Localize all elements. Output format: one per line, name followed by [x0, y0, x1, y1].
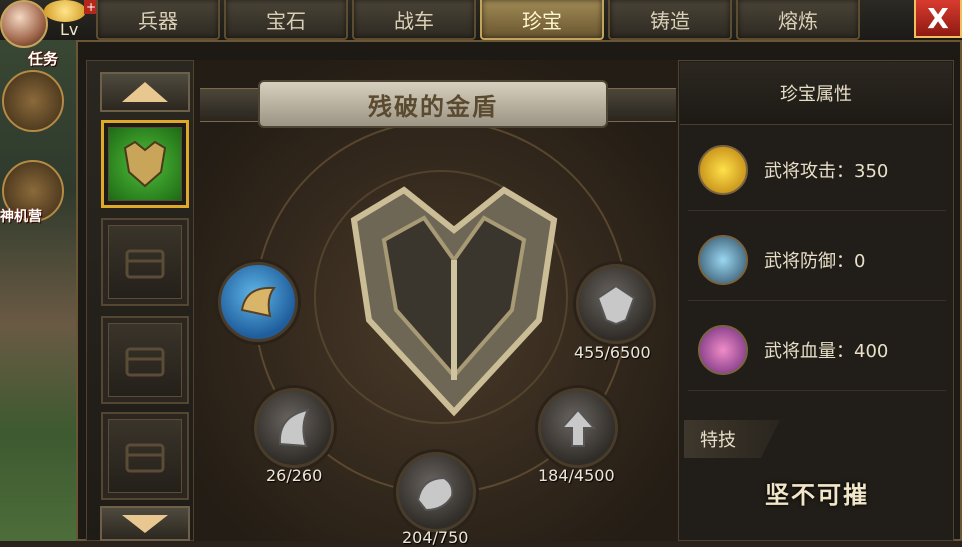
treasure-slot-4[interactable]	[101, 412, 189, 500]
attribute-header: 珍宝属性	[680, 62, 952, 125]
tab-treasure[interactable]: 珍宝	[480, 0, 604, 40]
treasure-slot-1[interactable]	[101, 120, 189, 208]
gold-coin-icon	[44, 0, 86, 22]
tab-weapon[interactable]: 兵器	[96, 0, 220, 40]
chest-icon	[108, 225, 182, 299]
part-count-2: 455/6500	[574, 343, 651, 362]
part-slot-5[interactable]	[396, 452, 476, 532]
scroll-up-button[interactable]	[100, 72, 190, 112]
blue-shield-piece-icon	[240, 286, 276, 318]
chest-icon	[108, 323, 182, 397]
gold-shield-icon	[350, 186, 558, 417]
stat-health: 武将血量：400	[688, 310, 946, 391]
arrow-down-icon	[122, 514, 168, 533]
stat-defense-label: 武将防御：0	[764, 251, 866, 272]
tab-chariot[interactable]: 战车	[352, 0, 476, 40]
silver-beast-icon	[416, 476, 454, 512]
close-button[interactable]: X	[914, 0, 962, 38]
tab-forge[interactable]: 铸造	[608, 0, 732, 40]
defense-icon	[698, 235, 748, 285]
skill-name: 坚不可摧	[765, 480, 869, 509]
stat-attack-label: 武将攻击：350	[764, 161, 889, 182]
tab-bar: 兵器 宝石 战车 珍宝 铸造 熔炼	[96, 0, 896, 40]
task-button[interactable]	[2, 70, 64, 132]
level-label: Lv	[60, 20, 79, 39]
part-count-3: 26/260	[266, 466, 323, 485]
health-icon	[698, 325, 748, 375]
part-slot-4[interactable]	[538, 388, 618, 468]
treasure-slot-2[interactable]	[101, 218, 189, 306]
silver-arrow-icon	[559, 408, 597, 447]
part-slot-3[interactable]	[254, 388, 334, 468]
player-avatar[interactable]	[0, 0, 48, 48]
shop-label: 神机营	[0, 209, 42, 225]
part-slot-2[interactable]	[576, 264, 656, 344]
treasure-title: 残破的金盾	[258, 80, 608, 128]
part-count-5: 204/750	[402, 528, 469, 547]
task-label: 任务	[28, 50, 59, 68]
stat-defense: 武将防御：0	[688, 220, 946, 301]
tab-gem[interactable]: 宝石	[224, 0, 348, 40]
stat-health-label: 武将血量：400	[764, 341, 889, 362]
tab-smelt[interactable]: 熔炼	[736, 0, 860, 40]
gold-shield-icon	[108, 127, 182, 201]
treasure-slot-3[interactable]	[101, 316, 189, 404]
part-slot-1[interactable]	[218, 262, 298, 342]
silver-crest-icon	[596, 284, 636, 326]
attack-icon	[698, 145, 748, 195]
scroll-down-button[interactable]	[100, 506, 190, 541]
part-count-4: 184/4500	[538, 466, 615, 485]
arrow-up-icon	[122, 82, 168, 102]
chest-icon	[108, 419, 182, 493]
silver-wing-icon	[278, 408, 310, 448]
stat-attack: 武将攻击：350	[688, 130, 946, 211]
